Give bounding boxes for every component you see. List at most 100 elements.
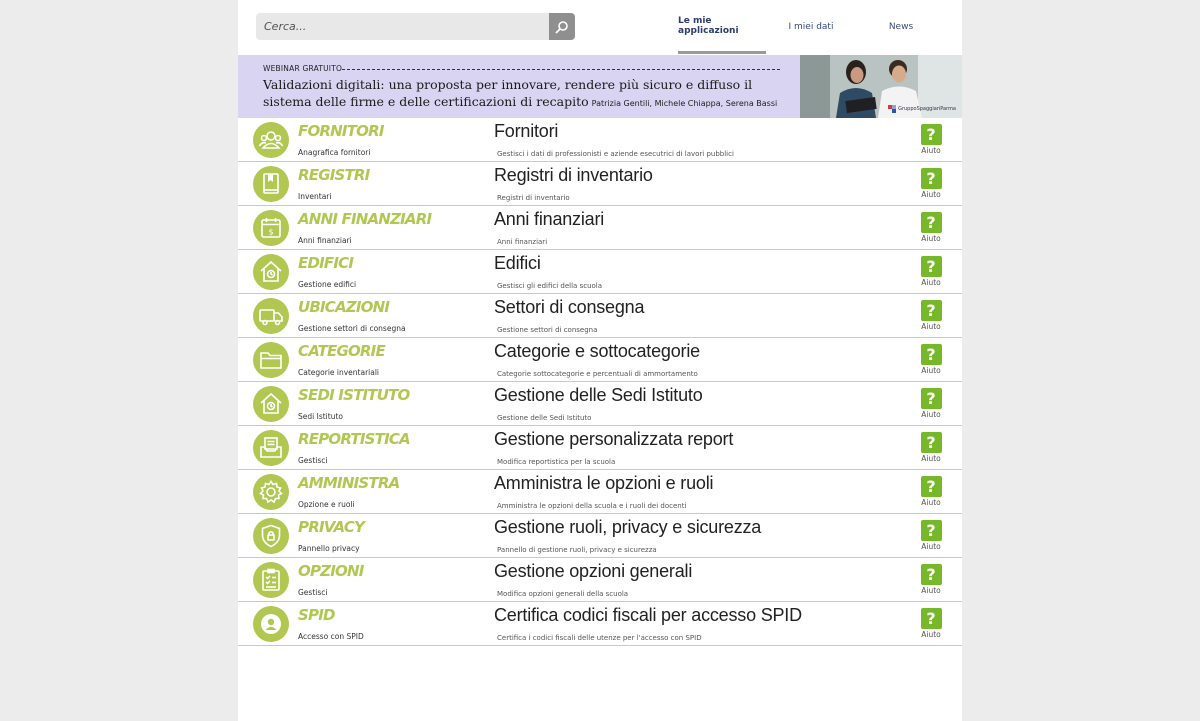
help-icon: ? <box>920 608 942 629</box>
help-button[interactable]: ? Aiuto <box>919 168 943 204</box>
app-icon-bg <box>253 606 289 642</box>
help-button[interactable]: ? Aiuto <box>919 388 943 424</box>
tab-my-apps[interactable]: Le mie applicazioni <box>678 0 766 54</box>
help-button[interactable]: ? Aiuto <box>919 124 943 160</box>
brand-logo-text: GruppoSpaggiariParma <box>898 106 956 112</box>
gear-icon <box>259 480 283 504</box>
app-name[interactable]: Categorie e sottocategorie <box>494 341 700 362</box>
app-row-anni-finanziari[interactable]: $ Anni finanziari Anni finanziari Anni f… <box>238 206 962 250</box>
help-button[interactable]: ? Aiuto <box>919 300 943 336</box>
app-subtitle: Accesso con SPID <box>298 632 364 641</box>
users-icon <box>258 131 284 149</box>
help-label: Aiuto <box>921 278 941 287</box>
webinar-banner[interactable]: WEBINAR GRATUITO Validazioni digitali: u… <box>238 55 962 118</box>
app-subtitle: Inventari <box>298 192 332 201</box>
tab-news[interactable]: News <box>868 0 934 54</box>
app-row-fornitori[interactable]: Fornitori Anagrafica fornitori Fornitori… <box>238 118 962 162</box>
help-icon: ? <box>920 520 942 541</box>
search-input[interactable] <box>256 13 548 40</box>
app-name[interactable]: Edifici <box>494 253 541 274</box>
app-description: Anni finanziari <box>497 238 548 246</box>
user-circle-icon <box>261 614 281 634</box>
app-row-reportistica[interactable]: Reportistica Gestisci Gestione personali… <box>238 426 962 470</box>
app-title[interactable]: Amministra <box>298 474 400 492</box>
app-name[interactable]: Gestione ruoli, privacy e sicurezza <box>494 517 761 538</box>
app-description: Certifica i codici fiscali delle utenze … <box>497 634 702 642</box>
app-row-categorie[interactable]: Categorie Categorie inventariali Categor… <box>238 338 962 382</box>
app-title[interactable]: Privacy <box>298 518 365 536</box>
svg-text:$: $ <box>268 228 273 237</box>
app-row-edifici[interactable]: Edifici Gestione edifici Edifici Gestisc… <box>238 250 962 294</box>
app-subtitle: Pannello privacy <box>298 544 360 553</box>
banner-authors: Patrizia Gentili, Michele Chiappa, Seren… <box>591 99 778 108</box>
app-subtitle: Gestione edifici <box>298 280 357 289</box>
help-button[interactable]: ? Aiuto <box>919 608 943 644</box>
app-row-sedi-istituto[interactable]: Sedi Istituto Sedi Istituto Gestione del… <box>238 382 962 426</box>
app-title[interactable]: SPID <box>298 606 335 624</box>
app-description: Amministra le opzioni della scuola e i r… <box>497 502 687 510</box>
app-row-privacy[interactable]: Privacy Pannello privacy Gestione ruoli,… <box>238 514 962 558</box>
app-description: Modifica reportistica per la scuola <box>497 458 616 466</box>
app-subtitle: Gestione settori di consegna <box>298 324 406 333</box>
help-label: Aiuto <box>921 454 941 463</box>
help-button[interactable]: ? Aiuto <box>919 212 943 248</box>
app-title[interactable]: Anni finanziari <box>298 210 432 228</box>
app-title[interactable]: Registri <box>298 166 370 184</box>
help-button[interactable]: ? Aiuto <box>919 476 943 512</box>
app-name[interactable]: Gestione opzioni generali <box>494 561 692 582</box>
app-title[interactable]: Opzioni <box>298 562 364 580</box>
app-description: Pannello di gestione ruoli, privacy e si… <box>497 546 657 554</box>
app-list: Fornitori Anagrafica fornitori Fornitori… <box>238 118 962 646</box>
app-name[interactable]: Settori di consegna <box>494 297 645 318</box>
app-name[interactable]: Fornitori <box>494 121 558 142</box>
app-title[interactable]: Fornitori <box>298 122 384 140</box>
help-button[interactable]: ? Aiuto <box>919 520 943 556</box>
help-button[interactable]: ? Aiuto <box>919 256 943 292</box>
app-subtitle: Anagrafica fornitori <box>298 148 371 157</box>
banner-photo: GruppoSpaggiariParma <box>800 55 962 118</box>
app-name[interactable]: Amministra le opzioni e ruoli <box>494 473 713 494</box>
help-label: Aiuto <box>921 234 941 243</box>
app-title[interactable]: Categorie <box>298 342 386 360</box>
app-name[interactable]: Gestione delle Sedi Istituto <box>494 385 703 406</box>
app-row-opzioni[interactable]: Opzioni Gestisci Gestione opzioni genera… <box>238 558 962 602</box>
main-page: Le mie applicazioni I miei dati News WEB… <box>238 0 962 721</box>
app-row-amministra[interactable]: Amministra Opzione e ruoli Amministra le… <box>238 470 962 514</box>
app-icon-bg <box>253 254 289 290</box>
app-row-spid[interactable]: SPID Accesso con SPID Certifica codici f… <box>238 602 962 646</box>
app-title[interactable]: Reportistica <box>298 430 411 448</box>
app-row-registri[interactable]: Registri Inventari Registri di inventari… <box>238 162 962 206</box>
app-title[interactable]: Ubicazioni <box>298 298 390 316</box>
app-description: Registri di inventario <box>497 194 570 202</box>
search-button[interactable] <box>549 13 575 40</box>
help-label: Aiuto <box>921 366 941 375</box>
help-button[interactable]: ? Aiuto <box>919 564 943 600</box>
app-title[interactable]: Sedi Istituto <box>298 386 410 404</box>
help-icon: ? <box>920 432 942 453</box>
house-clock-icon <box>260 392 282 414</box>
help-button[interactable]: ? Aiuto <box>919 432 943 468</box>
app-name[interactable]: Anni finanziari <box>494 209 604 230</box>
tab-my-data[interactable]: I miei dati <box>778 0 844 54</box>
app-icon-bg <box>253 122 289 158</box>
app-title[interactable]: Edifici <box>298 254 354 272</box>
help-label: Aiuto <box>921 542 941 551</box>
app-description: Gestione delle Sedi Istituto <box>497 414 592 422</box>
help-label: Aiuto <box>921 322 941 331</box>
app-name[interactable]: Certifica codici fiscali per accesso SPI… <box>494 605 802 626</box>
app-subtitle: Gestisci <box>298 456 328 465</box>
logo-mark-icon <box>888 105 897 113</box>
house-clock-icon <box>260 260 282 282</box>
help-label: Aiuto <box>921 410 941 419</box>
app-icon-bg <box>253 430 289 466</box>
search-bar <box>256 13 575 40</box>
help-label: Aiuto <box>921 586 941 595</box>
help-button[interactable]: ? Aiuto <box>919 344 943 380</box>
app-description: Gestione settori di consegna <box>497 326 598 334</box>
app-name[interactable]: Gestione personalizzata report <box>494 429 733 450</box>
app-row-ubicazioni[interactable]: Ubicazioni Gestione settori di consegna … <box>238 294 962 338</box>
app-icon-bg <box>253 166 289 202</box>
book-icon <box>263 173 279 194</box>
app-name[interactable]: Registri di inventario <box>494 165 653 186</box>
help-label: Aiuto <box>921 498 941 507</box>
